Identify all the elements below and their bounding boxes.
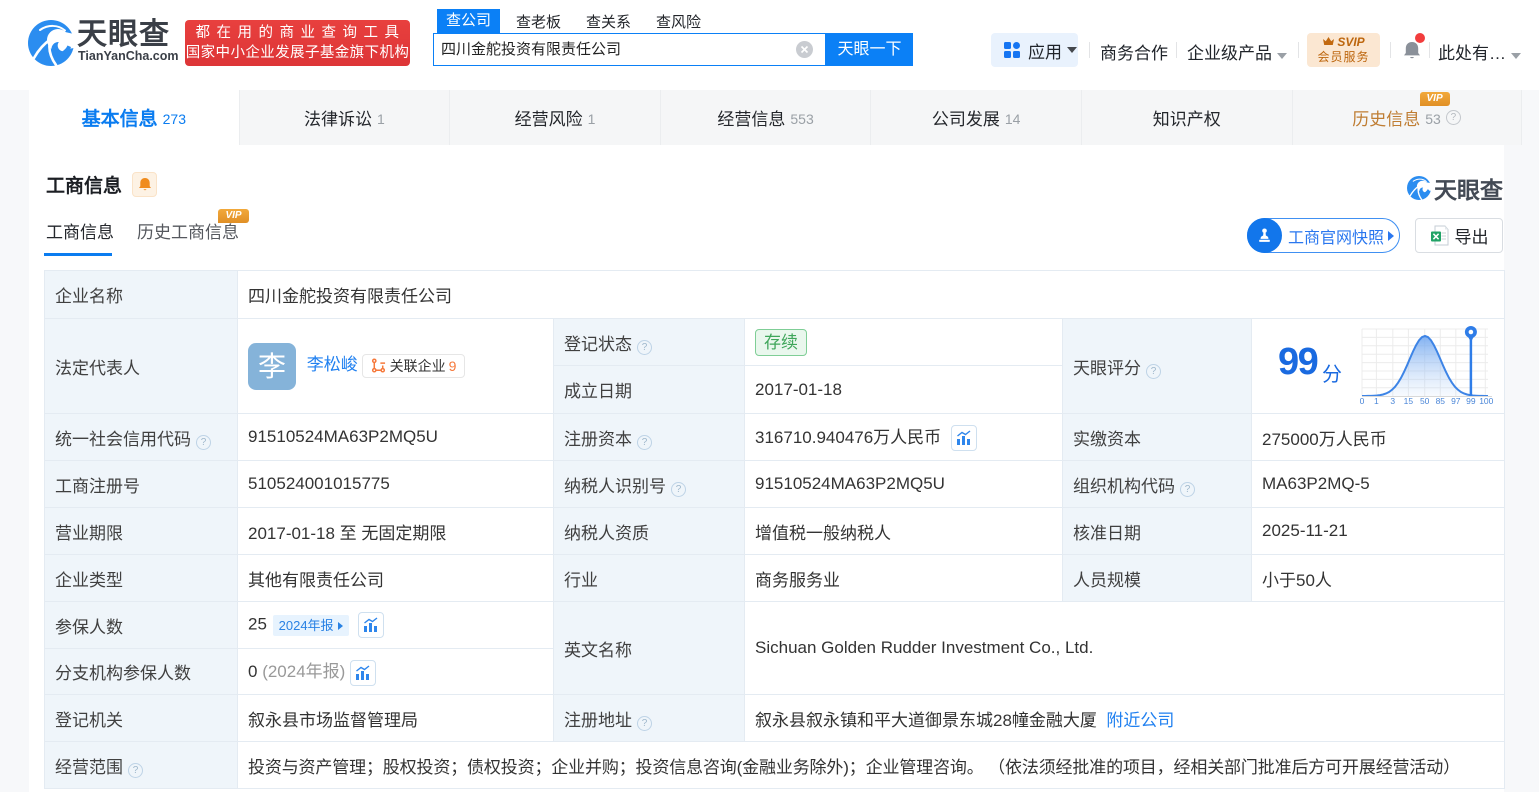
svg-text:97: 97 xyxy=(1451,396,1461,406)
svg-text:100: 100 xyxy=(1479,396,1493,406)
svg-text:99: 99 xyxy=(1466,396,1476,406)
svg-text:15: 15 xyxy=(1404,396,1414,406)
svg-text:50: 50 xyxy=(1420,396,1430,406)
svg-text:1: 1 xyxy=(1374,396,1379,406)
svg-text:0: 0 xyxy=(1360,396,1365,406)
svg-text:85: 85 xyxy=(1436,396,1446,406)
svg-text:3: 3 xyxy=(1390,396,1395,406)
